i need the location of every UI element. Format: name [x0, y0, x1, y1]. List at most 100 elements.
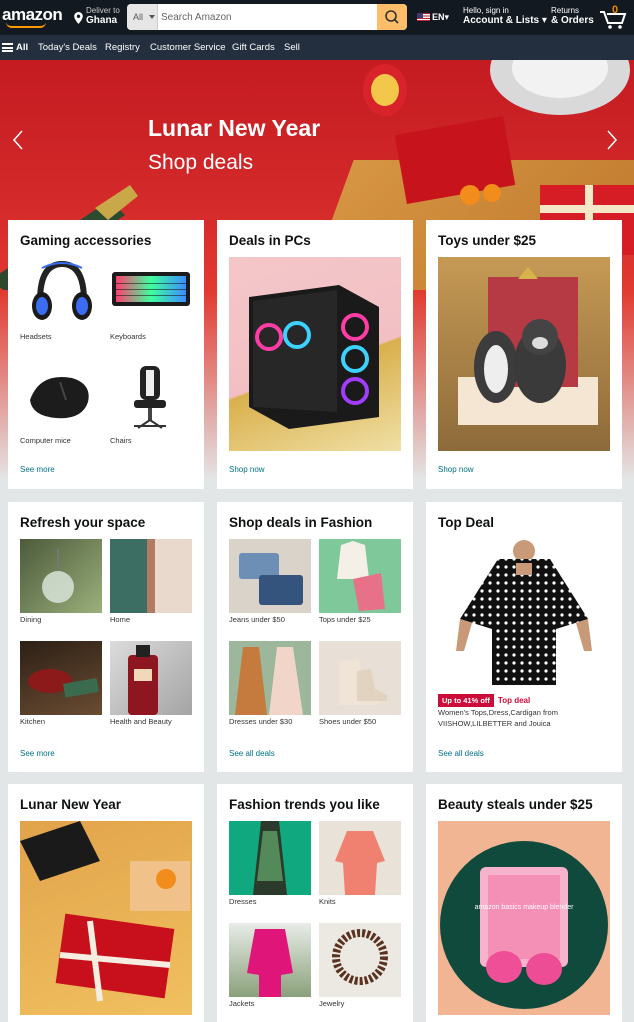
grid-item-label: Jeans under $50 — [229, 615, 285, 624]
grid-item-trend-dresses[interactable]: Dresses — [229, 821, 311, 906]
search-category-label: All — [133, 12, 144, 22]
see-all-deals-link[interactable]: See all deals — [438, 749, 484, 758]
hero-subtitle: Shop deals — [148, 151, 254, 174]
returns-label: Returns — [551, 6, 580, 15]
grid-item-kitchen[interactable]: Kitchen — [20, 641, 102, 726]
jewelry-image — [319, 923, 401, 997]
hamburger-menu-icon[interactable] — [2, 43, 13, 52]
nav-sell[interactable]: Sell — [284, 42, 300, 53]
grid-item-label: Jewelry — [319, 999, 345, 1008]
card-beauty-steals: Beauty steals under $25 amazon basics ma… — [426, 784, 622, 1022]
discount-badge: Up to 41% off — [438, 694, 494, 707]
grid-item-label: Tops under $25 — [319, 615, 371, 624]
grid-item-shoes[interactable]: Shoes under $50 — [319, 641, 401, 726]
floral-dress-image — [229, 821, 311, 895]
jeans-image — [229, 539, 311, 613]
search-bar: All — [127, 4, 407, 30]
grid-item-jewelry[interactable]: Jewelry — [319, 923, 401, 1008]
carousel-next-icon[interactable] — [606, 130, 618, 150]
computer-mouse-image — [20, 360, 102, 434]
chevron-down-icon — [149, 15, 155, 19]
card-refresh-your-space: Refresh your space Dining Home Kitchen H… — [8, 502, 204, 772]
polka-dot-top-image[interactable] — [438, 539, 610, 685]
gaming-chair-image — [110, 360, 192, 434]
card-top-deal: Top Deal Up to 41% off Top deal Women's T… — [426, 502, 622, 772]
card-title: Toys under $25 — [438, 233, 537, 248]
us-flag-icon — [417, 13, 430, 21]
grid-item-label: Knits — [319, 897, 336, 906]
card-shop-deals-fashion: Shop deals in Fashion Jeans under $50 To… — [217, 502, 413, 772]
deliver-country: Ghana — [86, 15, 118, 26]
search-button[interactable] — [377, 4, 407, 30]
returns-orders[interactable]: Returns & Orders — [551, 6, 594, 26]
account-label: Account & Lists ▾ — [463, 15, 547, 26]
cart-count: 0 — [612, 4, 619, 16]
grid-item-headsets[interactable]: Headsets — [20, 256, 102, 341]
see-all-deals-link[interactable]: See all deals — [229, 749, 275, 758]
orders-label: & Orders — [551, 15, 594, 26]
gaming-pc-image[interactable] — [229, 257, 401, 451]
carousel-prev-icon[interactable] — [12, 130, 24, 150]
logo-smile-icon — [6, 22, 46, 28]
search-input[interactable] — [161, 4, 375, 30]
card-title: Refresh your space — [20, 515, 146, 530]
grid-item-jeans[interactable]: Jeans under $50 — [229, 539, 311, 624]
makeup-blender-image[interactable]: amazon basics makeup blender — [438, 821, 610, 1015]
nav-customer-service[interactable]: Customer Service — [150, 42, 226, 53]
shop-now-link[interactable]: Shop now — [438, 465, 474, 474]
nav-todays-deals[interactable]: Today's Deals — [38, 42, 97, 53]
grid-item-jackets[interactable]: Jackets — [229, 923, 311, 1008]
top-nav: amazon Deliver to Ghana All EN▾ Hello, s… — [0, 0, 634, 35]
location-pin-icon — [74, 12, 83, 24]
deal-label: Top deal — [497, 696, 531, 705]
grid-item-label: Keyboards — [110, 332, 146, 341]
grid-item-label: Computer mice — [20, 436, 71, 445]
grid-item-computer-mice[interactable]: Computer mice — [20, 360, 102, 445]
grid-item-dining[interactable]: Dining — [20, 539, 102, 624]
card-title: Top Deal — [438, 515, 495, 530]
grid-item-dresses[interactable]: Dresses under $30 — [229, 641, 311, 726]
grid-item-label: Dining — [20, 615, 42, 624]
grid-item-knits[interactable]: Knits — [319, 821, 401, 906]
lunar-gifts-image[interactable] — [20, 821, 192, 1015]
kitchen-image — [20, 641, 102, 715]
card-lunar-new-year: Lunar New Year — [8, 784, 204, 1022]
grid-item-label: Shoes under $50 — [319, 717, 377, 726]
plush-toys-image[interactable] — [438, 257, 610, 451]
deliver-label: Deliver to — [86, 6, 120, 15]
account-greeting: Hello, sign in — [463, 6, 509, 15]
grid-item-health-beauty[interactable]: Health and Beauty — [110, 641, 192, 726]
dresses-image — [229, 641, 311, 715]
grid-item-label: Chairs — [110, 436, 132, 445]
see-more-link[interactable]: See more — [20, 749, 55, 758]
shop-now-link[interactable]: Shop now — [229, 465, 265, 474]
red-gift-box-image — [394, 115, 516, 205]
deal-description[interactable]: Women's Tops,Dress,Cardigan from VIISHOW… — [438, 707, 613, 729]
svg-text:amazon basics makeup blender: amazon basics makeup blender — [475, 904, 575, 911]
card-fashion-trends: Fashion trends you like Dresses Knits Ja… — [217, 784, 413, 1022]
card-gaming-accessories: Gaming accessories Headsets Keyboards Co… — [8, 220, 204, 489]
robot-vacuum-image — [490, 60, 630, 115]
knit-sweater-image — [319, 821, 401, 895]
see-more-link[interactable]: See more — [20, 465, 55, 474]
card-title: Fashion trends you like — [229, 797, 380, 812]
all-menu[interactable]: All — [16, 42, 28, 53]
grid-item-tops[interactable]: Tops under $25 — [319, 539, 401, 624]
headset-image — [20, 256, 102, 330]
nav-gift-cards[interactable]: Gift Cards — [232, 42, 275, 53]
grid-item-label: Headsets — [20, 332, 52, 341]
card-title: Lunar New Year — [20, 797, 122, 812]
pink-jacket-image — [229, 923, 311, 997]
card-title: Gaming accessories — [20, 233, 152, 248]
makeup-blender-graphic: amazon basics makeup blender — [440, 841, 608, 1009]
search-icon — [385, 10, 399, 24]
grid-item-keyboards[interactable]: Keyboards — [110, 256, 192, 341]
grid-item-label: Dresses — [229, 897, 257, 906]
grid-item-label: Health and Beauty — [110, 717, 172, 726]
grid-item-chairs[interactable]: Chairs — [110, 360, 192, 445]
cart-button[interactable]: 0 — [598, 4, 630, 30]
grid-item-label: Kitchen — [20, 717, 46, 726]
account-lists[interactable]: Hello, sign in Account & Lists ▾ — [463, 6, 547, 26]
grid-item-home[interactable]: Home — [110, 539, 192, 624]
nav-registry[interactable]: Registry — [105, 42, 140, 53]
